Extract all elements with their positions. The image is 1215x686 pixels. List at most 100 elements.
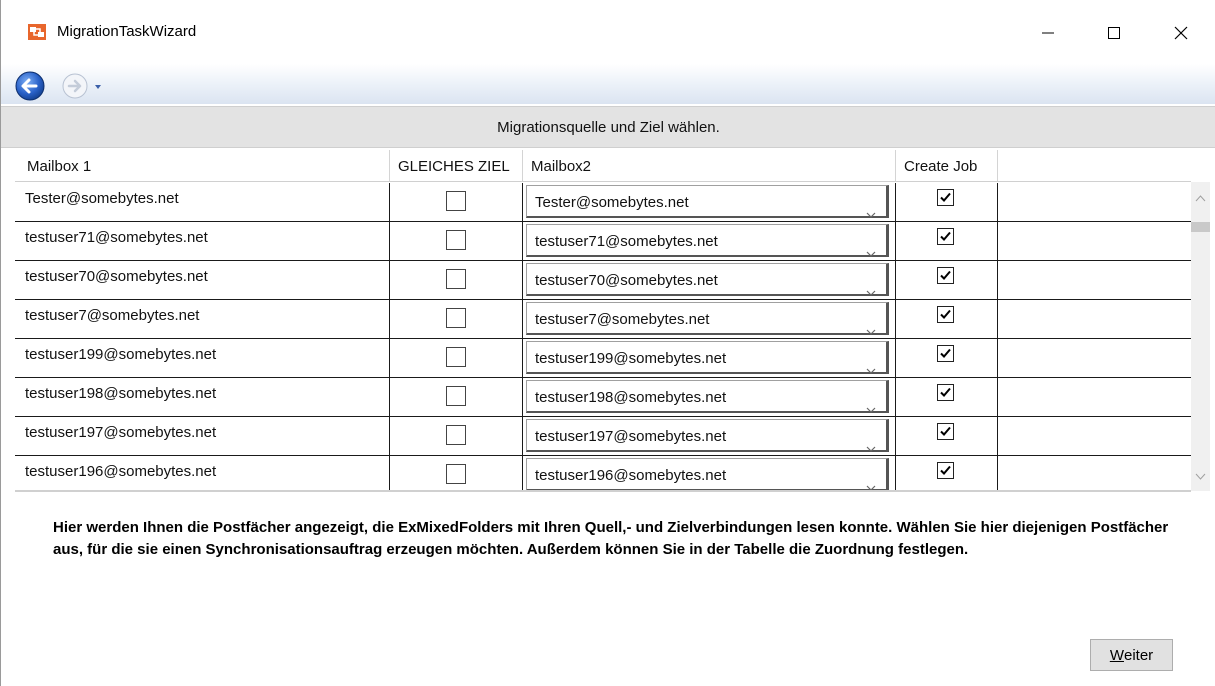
table-row[interactable]: testuser198@somebytes.net testuser198@som…: [15, 378, 1191, 417]
grid-bottom-border: [15, 490, 1191, 492]
same-target-checkbox[interactable]: [446, 386, 466, 406]
maximize-button[interactable]: [1084, 10, 1144, 56]
same-target-checkbox[interactable]: [446, 230, 466, 250]
mailbox1-cell: testuser70@somebytes.net: [15, 261, 390, 299]
column-header-mailbox2[interactable]: Mailbox2: [523, 150, 896, 182]
mailbox2-select-value: testuser199@somebytes.net: [535, 350, 727, 367]
create-job-checkbox[interactable]: [937, 306, 954, 323]
same-target-checkbox[interactable]: [446, 464, 466, 484]
column-header-filler: [998, 150, 1191, 182]
table-row[interactable]: testuser196@somebytes.net testuser196@som…: [15, 456, 1191, 491]
mailbox-grid: Mailbox 1 GLEICHES ZIEL Mailbox2 Create …: [15, 150, 1210, 491]
mailbox2-cell: Tester@somebytes.net: [523, 183, 896, 221]
history-dropdown-icon[interactable]: [93, 82, 103, 92]
minimize-button[interactable]: [1018, 10, 1078, 56]
create-job-cell: [896, 261, 998, 299]
mailbox2-select[interactable]: testuser7@somebytes.net: [526, 302, 889, 335]
mailbox2-select[interactable]: testuser197@somebytes.net: [526, 419, 889, 452]
mailbox2-select-value: testuser7@somebytes.net: [535, 311, 710, 328]
same-target-cell: [390, 456, 523, 491]
page-title: Migrationsquelle und Ziel wählen.: [1, 106, 1215, 148]
same-target-checkbox[interactable]: [446, 191, 466, 211]
column-header-create-job[interactable]: Create Job: [896, 150, 998, 182]
mailbox2-select-value: testuser198@somebytes.net: [535, 389, 727, 406]
chevron-down-icon[interactable]: [866, 198, 876, 218]
same-target-checkbox[interactable]: [446, 347, 466, 367]
forward-arrow-icon[interactable]: [61, 72, 89, 100]
scrollbar-thumb[interactable]: [1191, 222, 1210, 232]
create-job-checkbox[interactable]: [937, 228, 954, 245]
mailbox2-cell: testuser197@somebytes.net: [523, 417, 896, 455]
same-target-cell: [390, 378, 523, 416]
chevron-down-icon[interactable]: [866, 237, 876, 257]
mailbox2-select-value: testuser70@somebytes.net: [535, 272, 718, 289]
table-row[interactable]: testuser197@somebytes.net testuser197@som…: [15, 417, 1191, 456]
mailbox1-cell: testuser196@somebytes.net: [15, 456, 390, 491]
mailbox2-select[interactable]: Tester@somebytes.net: [526, 185, 889, 218]
create-job-checkbox[interactable]: [937, 462, 954, 479]
filler-cell: [998, 261, 1191, 299]
navigation-bar: [1, 64, 1215, 104]
mailbox2-select[interactable]: testuser199@somebytes.net: [526, 341, 889, 374]
filler-cell: [998, 417, 1191, 455]
title-bar: MigrationTaskWizard: [1, 0, 1215, 64]
close-button[interactable]: [1151, 10, 1211, 56]
create-job-cell: [896, 456, 998, 491]
same-target-cell: [390, 417, 523, 455]
mailbox2-select[interactable]: testuser198@somebytes.net: [526, 380, 889, 413]
maximize-icon: [1108, 27, 1120, 39]
scroll-down-icon[interactable]: [1195, 473, 1206, 481]
create-job-checkbox[interactable]: [937, 189, 954, 206]
same-target-cell: [390, 300, 523, 338]
same-target-checkbox[interactable]: [446, 308, 466, 328]
mailbox1-cell: Tester@somebytes.net: [15, 183, 390, 221]
create-job-checkbox[interactable]: [937, 345, 954, 362]
next-button[interactable]: Weiter: [1090, 639, 1173, 671]
mailbox2-select[interactable]: testuser196@somebytes.net: [526, 458, 889, 491]
mailbox2-cell: testuser71@somebytes.net: [523, 222, 896, 260]
wizard-window: MigrationTaskWizard Migrationsquelle und…: [0, 0, 1215, 686]
chevron-down-icon[interactable]: [866, 354, 876, 374]
scroll-up-icon[interactable]: [1195, 194, 1206, 202]
create-job-cell: [896, 222, 998, 260]
mailbox2-cell: testuser70@somebytes.net: [523, 261, 896, 299]
chevron-down-icon[interactable]: [866, 471, 876, 491]
mailbox2-select[interactable]: testuser71@somebytes.net: [526, 224, 889, 257]
chevron-down-icon[interactable]: [866, 393, 876, 413]
same-target-cell: [390, 183, 523, 221]
filler-cell: [998, 339, 1191, 377]
mailbox2-cell: testuser196@somebytes.net: [523, 456, 896, 491]
same-target-checkbox[interactable]: [446, 269, 466, 289]
mailbox2-select-value: testuser196@somebytes.net: [535, 467, 727, 484]
filler-cell: [998, 183, 1191, 221]
same-target-cell: [390, 261, 523, 299]
mailbox1-cell: testuser71@somebytes.net: [15, 222, 390, 260]
table-row[interactable]: testuser71@somebytes.net testuser71@someb…: [15, 222, 1191, 261]
table-row[interactable]: testuser70@somebytes.net testuser70@someb…: [15, 261, 1191, 300]
table-row[interactable]: testuser7@somebytes.net testuser7@somebyt…: [15, 300, 1191, 339]
back-arrow-icon[interactable]: [14, 70, 46, 102]
chevron-down-icon[interactable]: [866, 276, 876, 296]
column-header-same-target[interactable]: GLEICHES ZIEL: [390, 150, 523, 182]
mailbox2-cell: testuser199@somebytes.net: [523, 339, 896, 377]
create-job-cell: [896, 339, 998, 377]
mailbox2-select[interactable]: testuser70@somebytes.net: [526, 263, 889, 296]
chevron-down-icon[interactable]: [866, 432, 876, 452]
table-row[interactable]: Tester@somebytes.net Tester@somebytes.net: [15, 183, 1191, 222]
window-title: MigrationTaskWizard: [57, 23, 197, 40]
mailbox1-cell: testuser197@somebytes.net: [15, 417, 390, 455]
same-target-checkbox[interactable]: [446, 425, 466, 445]
table-row[interactable]: testuser199@somebytes.net testuser199@som…: [15, 339, 1191, 378]
filler-cell: [998, 300, 1191, 338]
minimize-icon: [1042, 32, 1054, 34]
chevron-down-icon[interactable]: [866, 315, 876, 335]
create-job-checkbox[interactable]: [937, 267, 954, 284]
grid-vertical-scrollbar[interactable]: [1191, 182, 1210, 491]
create-job-cell: [896, 378, 998, 416]
mailbox2-cell: testuser7@somebytes.net: [523, 300, 896, 338]
column-header-mailbox1[interactable]: Mailbox 1: [15, 150, 390, 182]
create-job-checkbox[interactable]: [937, 423, 954, 440]
next-button-mnemonic: W: [1109, 646, 1124, 664]
mailbox2-select-value: testuser197@somebytes.net: [535, 428, 727, 445]
create-job-checkbox[interactable]: [937, 384, 954, 401]
